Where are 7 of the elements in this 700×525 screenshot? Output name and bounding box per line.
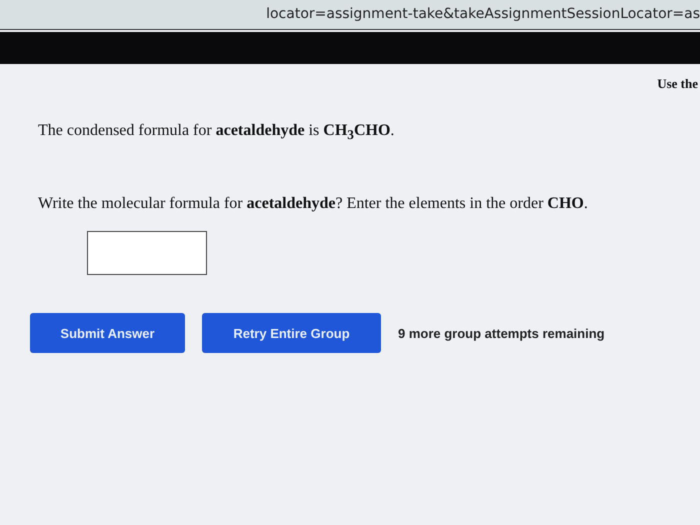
retry-button[interactable]: Retry Entire Group <box>202 313 381 354</box>
question-statement: The condensed formula for acetaldehyde is CH$_{3}$CHO. <box>38 122 396 144</box>
answer-field[interactable] <box>87 231 207 276</box>
question-prompt: Write the molecular formula for acetaldehyde? Enter the elements in the order CHO. <box>38 195 589 214</box>
submit-button[interactable]: Submit Answer <box>30 313 185 354</box>
attempts-remaining: 9 more group attempts remaining <box>398 326 605 341</box>
side-note: Use the <box>657 76 698 92</box>
